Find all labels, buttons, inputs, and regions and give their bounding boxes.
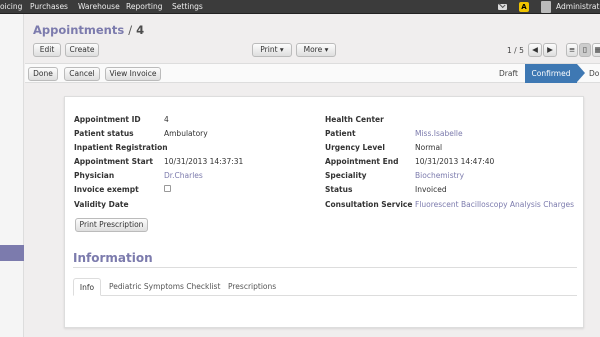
value-speciality[interactable]: Biochemistry [415,171,464,180]
menu-item-settings[interactable]: Settings [172,0,203,14]
section-title-information: Information [73,251,153,265]
caret-down-icon: ▾ [277,45,284,54]
arrow-left-icon: ◀ [532,45,538,54]
label-health-center: Health Center [325,115,384,124]
value-consultation-service[interactable]: Fluorescent Bacilloscopy Analysis Charge… [415,200,574,209]
more-menu-button[interactable]: More ▾ [296,43,336,57]
form-view-button[interactable]: ▯ [579,43,591,57]
value-status: Invoiced [415,185,447,194]
user-avatar[interactable] [541,1,551,13]
more-menu-label: More [303,45,323,54]
label-physician: Physician [74,171,115,180]
done-button[interactable]: Done [28,67,58,81]
value-appointment-end: 10/31/2013 14:47:40 [415,157,495,166]
left-sidebar [0,14,24,337]
top-navbar: oicing Purchases Warehouse Reporting Set… [0,0,600,14]
breadcrumb: Appointments / 4 [33,23,144,37]
tab-prescriptions[interactable]: Prescriptions [228,278,276,296]
label-appointment-end: Appointment End [325,157,399,166]
cancel-button[interactable]: Cancel [64,67,100,81]
next-record-button[interactable]: ▶ [543,43,557,57]
label-validity-date: Validity Date [74,200,129,209]
breadcrumb-separator: / [128,23,133,37]
form-icon: ▯ [582,45,588,54]
menu-item-reporting[interactable]: Reporting [126,0,162,14]
mail-icon[interactable] [498,4,507,10]
menu-item-invoicing[interactable]: oicing [0,0,22,14]
form-sheet: Appointment ID 4 Patient status Ambulato… [64,96,584,328]
label-patient: Patient [325,129,356,138]
label-patient-status: Patient status [74,129,134,138]
label-urgency-level: Urgency Level [325,143,385,152]
value-appointment-start: 10/31/2013 14:37:31 [164,157,244,166]
create-button[interactable]: Create [65,43,99,57]
label-appointment-id: Appointment ID [74,115,141,124]
grid-icon: ▦ [594,45,600,54]
previous-record-button[interactable]: ◀ [528,43,542,57]
print-menu-button[interactable]: Print ▾ [252,43,292,57]
breadcrumb-current: 4 [136,23,145,37]
section-divider [73,267,577,268]
breadcrumb-parent[interactable]: Appointments [33,23,124,37]
status-bar: Done Cancel View Invoice Draft Confirmed… [25,63,600,83]
stage-confirmed[interactable]: Confirmed [525,64,585,83]
stage-done[interactable]: Do [589,64,599,83]
label-consultation-service: Consultation Service [325,200,413,209]
label-status: Status [325,185,353,194]
label-speciality: Speciality [325,171,367,180]
print-menu-label: Print [260,45,278,54]
pager-value: 1 / 5 [507,46,524,55]
view-invoice-button[interactable]: View Invoice [105,67,161,81]
menu-item-warehouse[interactable]: Warehouse [78,0,120,14]
label-appointment-start: Appointment Start [74,157,153,166]
user-name[interactable]: Administrator [556,0,600,14]
label-invoice-exempt: Invoice exempt [74,185,139,194]
tab-info[interactable]: Info [73,278,101,296]
grid-view-button[interactable]: ▦ [592,43,600,57]
sidebar-active-item[interactable] [0,245,24,261]
label-inpatient-registration: Inpatient Registration [74,143,168,152]
edit-button[interactable]: Edit [33,43,61,57]
print-prescription-button[interactable]: Print Prescription [75,218,148,232]
tab-pediatric-symptoms-checklist[interactable]: Pediatric Symptoms Checklist [109,278,220,296]
value-physician[interactable]: Dr.Charles [164,171,203,180]
list-view-button[interactable]: ≡ [566,43,578,57]
alert-icon[interactable]: A [519,2,529,12]
value-urgency-level: Normal [415,143,443,152]
list-icon: ≡ [568,45,576,54]
menu-item-purchases[interactable]: Purchases [30,0,68,14]
invoice-exempt-checkbox[interactable] [164,185,171,192]
tab-panel-info [73,297,577,317]
arrow-right-icon: ▶ [547,45,553,54]
value-patient-status: Ambulatory [164,129,208,138]
stage-draft[interactable]: Draft [499,64,518,83]
value-appointment-id: 4 [164,115,169,124]
view-header: Appointments / 4 Edit Create Print ▾ Mor… [25,14,600,63]
caret-down-icon: ▾ [322,45,329,54]
notebook-tabs: Info Pediatric Symptoms Checklist Prescr… [73,278,577,296]
value-patient[interactable]: Miss.Isabelle [415,129,463,138]
